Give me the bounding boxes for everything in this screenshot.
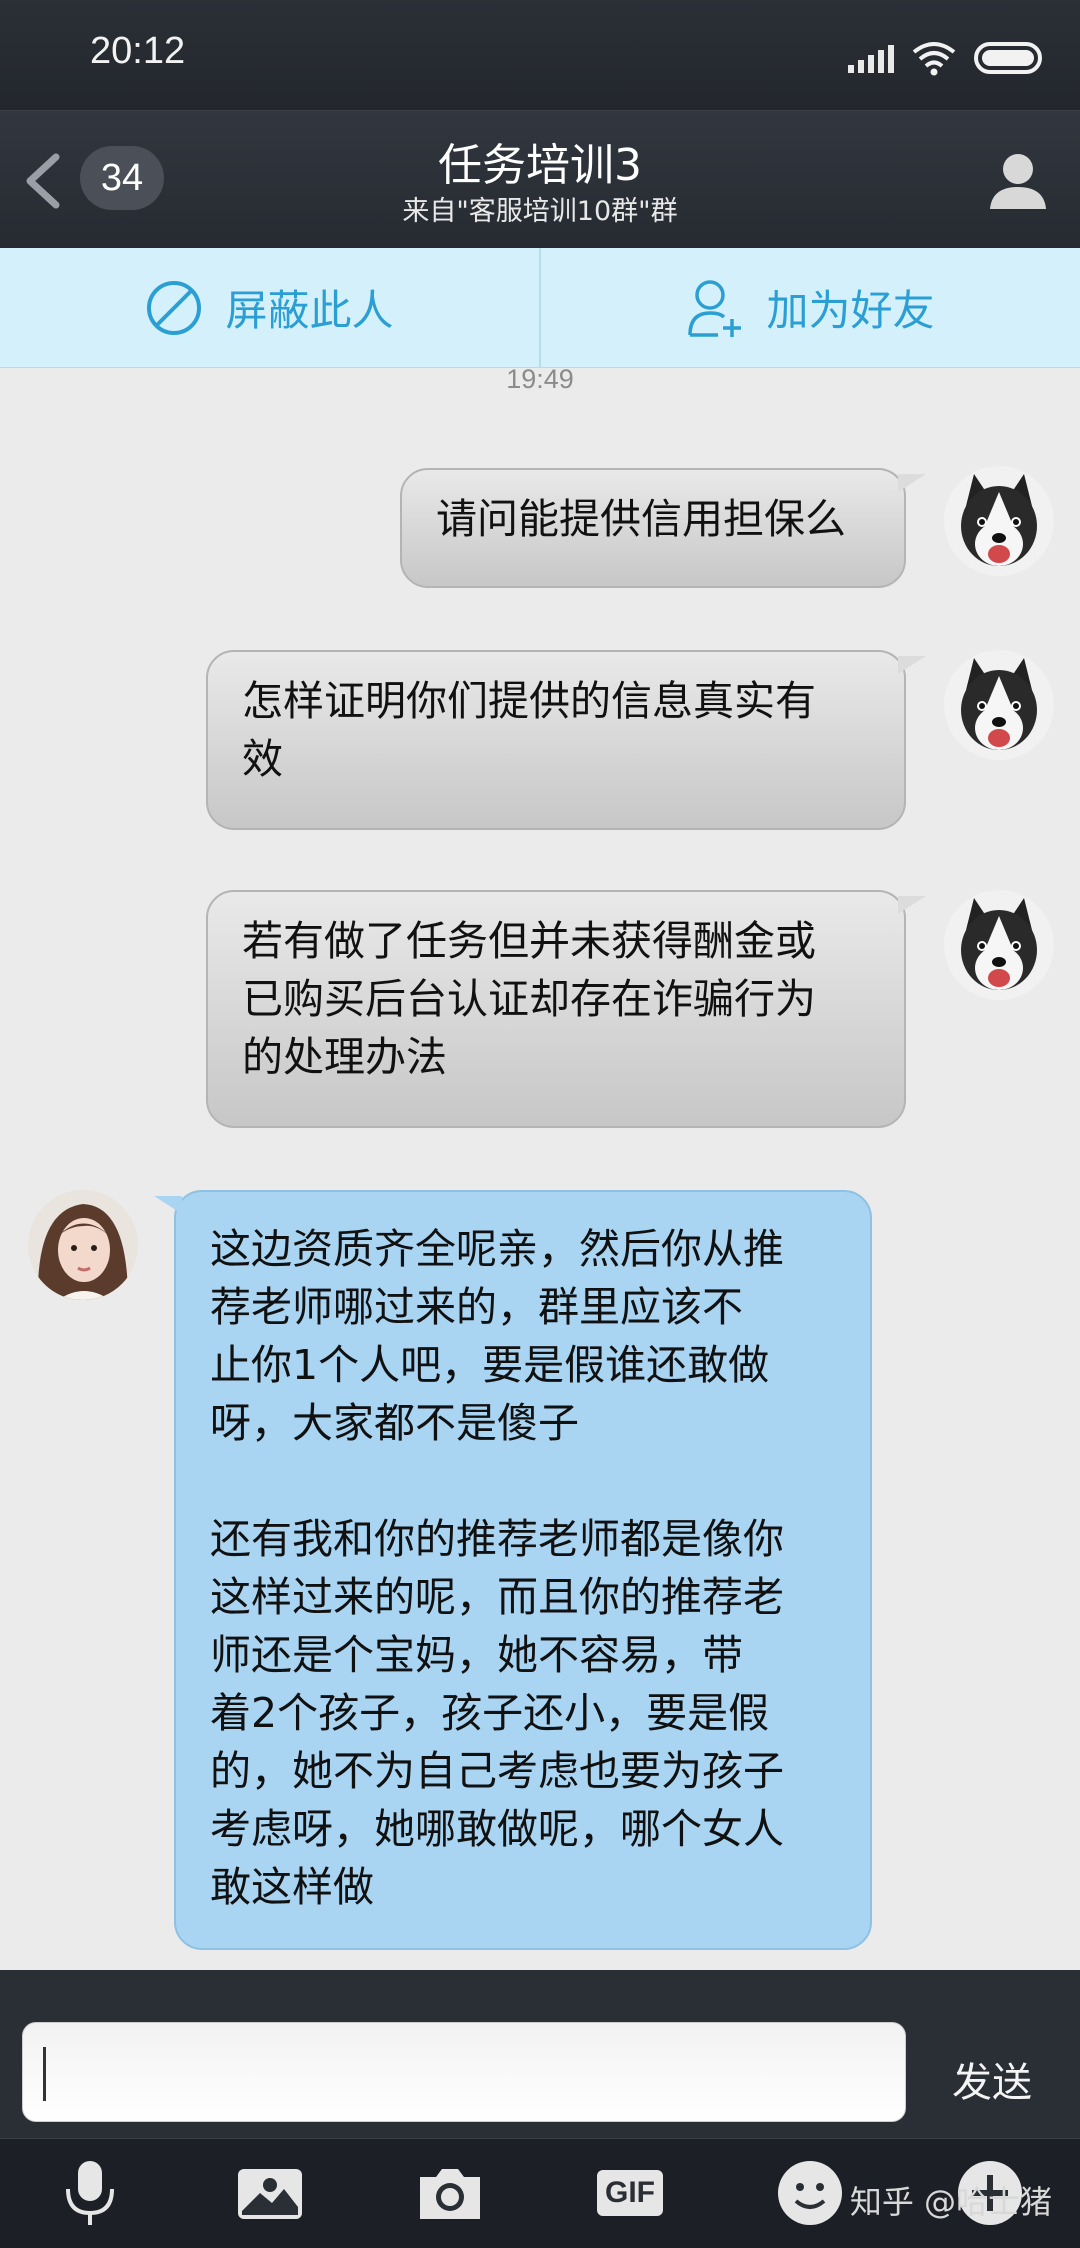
- message-line: 请问能提供信用担保么: [436, 495, 846, 543]
- incoming-message[interactable]: 这边资质齐全呢亲，然后你从推 荐老师哪过来的，群里应该不 止你1个人吧，要是假谁…: [154, 1190, 872, 1950]
- text-cursor: [43, 2047, 46, 2101]
- chat-header: 34 任务培训3 来自"客服培训10群"群: [0, 110, 1080, 248]
- outgoing-message[interactable]: 请问能提供信用担保么: [400, 468, 926, 588]
- gif-label: GIF: [597, 2170, 663, 2216]
- battery-icon: [974, 42, 1042, 74]
- block-user-button[interactable]: 屏蔽此人: [0, 248, 539, 367]
- message-line: 还有我和你的推荐老师都是像你: [210, 1515, 784, 1563]
- message-line: 这样过来的呢，而且你的推荐老: [210, 1573, 784, 1621]
- add-friend-button[interactable]: 加为好友: [541, 248, 1080, 367]
- husky-avatar[interactable]: [944, 890, 1054, 1000]
- gif-icon[interactable]: GIF: [594, 2157, 666, 2229]
- message-line: 止你1个人吧，要是假谁还敢做: [210, 1341, 770, 1389]
- message-line: 已购买后台认证却存在诈骗行为: [242, 975, 816, 1023]
- message-paragraph-gap: [210, 1452, 836, 1510]
- add-friend-icon: [688, 279, 742, 337]
- block-icon: [147, 280, 202, 335]
- add-friend-label: 加为好友: [766, 286, 935, 335]
- sender-avatar-image: [28, 1190, 138, 1300]
- send-button[interactable]: 发送: [952, 2050, 1032, 2108]
- message-line: 怎样证明你们提供的信息真实有: [242, 677, 816, 725]
- message-line: 考虑呀，她哪敢做呢，哪个女人: [210, 1805, 784, 1853]
- message-line: 荐老师哪过来的，群里应该不: [210, 1283, 743, 1331]
- composer: 发送: [0, 1970, 1080, 2138]
- image-icon[interactable]: [234, 2157, 306, 2229]
- chat-subtitle: 来自"客服培训10群"群: [402, 196, 678, 227]
- status-icons: [848, 38, 1042, 78]
- message-line: 着2个孩子，孩子还小，要是假: [210, 1689, 770, 1737]
- emoji-icon[interactable]: [774, 2157, 846, 2229]
- husky-avatar-image: [944, 890, 1054, 1000]
- action-bar: 屏蔽此人 加为好友: [0, 248, 1080, 368]
- status-time: 20:12: [90, 30, 186, 72]
- sender-avatar[interactable]: [28, 1190, 138, 1300]
- watermark: 知乎 @哈士猪: [849, 2183, 1052, 2221]
- message-input[interactable]: [22, 2022, 906, 2122]
- husky-avatar-image: [944, 466, 1054, 576]
- profile-icon[interactable]: [988, 149, 1048, 211]
- message-line: 若有做了任务但并未获得酬金或: [242, 917, 816, 965]
- message-line: 的处理办法: [242, 1033, 447, 1081]
- outgoing-message[interactable]: 怎样证明你们提供的信息真实有 效: [206, 650, 926, 830]
- message-timestamp: 19:49: [506, 364, 574, 394]
- signal-icon: [848, 43, 894, 73]
- message-line: 呀，大家都不是傻子: [210, 1399, 579, 1447]
- outgoing-message[interactable]: 若有做了任务但并未获得酬金或 已购买后台认证却存在诈骗行为 的处理办法: [206, 890, 926, 1128]
- message-line: 的，她不为自己考虑也要为孩子: [210, 1747, 784, 1795]
- husky-avatar[interactable]: [944, 650, 1054, 760]
- camera-icon[interactable]: [414, 2157, 486, 2229]
- bottom-toolbar: GIF 知乎 @哈士猪: [0, 2138, 1080, 2248]
- message-line: 师还是个宝妈，她不容易，带: [210, 1631, 743, 1679]
- block-user-label: 屏蔽此人: [225, 286, 394, 335]
- message-line: 这边资质齐全呢亲，然后你从推: [210, 1225, 784, 1273]
- wifi-icon: [912, 42, 956, 76]
- husky-avatar-image: [944, 650, 1054, 760]
- status-bar: 20:12: [0, 0, 1080, 110]
- microphone-icon[interactable]: [54, 2157, 126, 2229]
- husky-avatar[interactable]: [944, 466, 1054, 576]
- message-line: 敢这样做: [210, 1863, 374, 1911]
- chat-title: 任务培训3: [438, 140, 642, 191]
- message-line: 效: [242, 735, 283, 783]
